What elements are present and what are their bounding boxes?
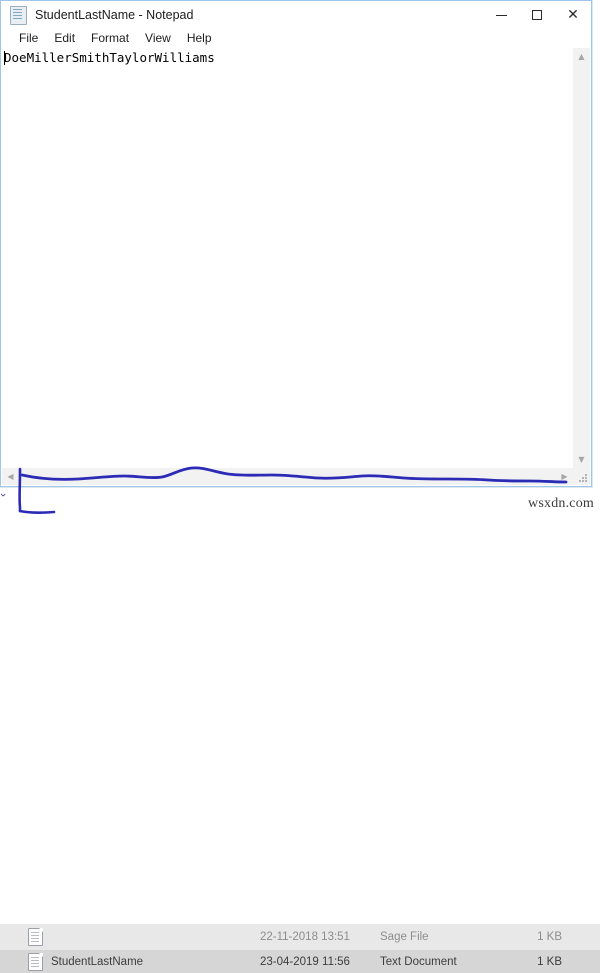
watermark-label: wsxdn.com bbox=[528, 496, 594, 511]
menu-bar: File Edit Format View Help bbox=[1, 29, 591, 48]
file-type-cell: Text Document bbox=[380, 955, 457, 968]
file-name-label: StudentLastName bbox=[51, 955, 144, 968]
close-button[interactable]: ✕ bbox=[555, 1, 591, 29]
menu-item-file[interactable]: File bbox=[11, 30, 46, 47]
resize-grip-dots bbox=[578, 473, 587, 482]
title-bar[interactable]: StudentLastName - Notepad ✕ bbox=[1, 1, 591, 29]
editor-text: DoeMillerSmithTaylorWilliams bbox=[4, 50, 215, 65]
scroll-right-icon[interactable]: ▶ bbox=[556, 468, 573, 485]
scroll-left-icon[interactable]: ◀ bbox=[2, 468, 19, 485]
window-controls: ✕ bbox=[483, 1, 591, 29]
menu-item-view[interactable]: View bbox=[137, 30, 179, 47]
vertical-scrollbar[interactable]: ▲ ▼ bbox=[572, 48, 590, 468]
minimize-icon bbox=[495, 14, 507, 16]
table-row[interactable]: StudentLastName 23-04-2019 11:56 Text Do… bbox=[0, 950, 600, 973]
horizontal-scrollbar[interactable]: ◀ ▶ bbox=[2, 467, 573, 485]
chevron-right-icon[interactable]: › bbox=[0, 493, 9, 497]
file-size-cell: 1 KB bbox=[537, 931, 562, 943]
menu-item-format[interactable]: Format bbox=[83, 30, 137, 47]
text-editor[interactable]: DoeMillerSmithTaylorWilliams bbox=[4, 49, 572, 467]
close-icon: ✕ bbox=[567, 7, 579, 23]
file-date-cell: 22-11-2018 13:51 bbox=[260, 931, 350, 943]
file-type-cell: Sage File bbox=[380, 931, 429, 943]
maximize-icon bbox=[532, 10, 542, 20]
notepad-window: StudentLastName - Notepad ✕ File Edit Fo… bbox=[0, 0, 592, 487]
scroll-up-icon[interactable]: ▲ bbox=[573, 48, 590, 65]
editor-area[interactable]: DoeMillerSmithTaylorWilliams ▲ ▼ ◀ ▶ bbox=[2, 48, 590, 485]
file-name-cell bbox=[0, 928, 260, 946]
table-row[interactable]: 22-11-2018 13:51 Sage File 1 KB bbox=[0, 924, 600, 950]
file-name-cell: StudentLastName bbox=[0, 952, 260, 971]
file-size-cell: 1 KB bbox=[537, 955, 562, 968]
scroll-down-icon[interactable]: ▼ bbox=[573, 451, 590, 468]
file-icon bbox=[28, 928, 43, 946]
window-title: StudentLastName - Notepad bbox=[35, 8, 194, 22]
maximize-button[interactable] bbox=[519, 1, 555, 29]
text-document-icon bbox=[28, 952, 43, 971]
menu-item-help[interactable]: Help bbox=[179, 30, 220, 47]
file-date-cell: 23-04-2019 11:56 bbox=[260, 955, 350, 968]
resize-grip[interactable] bbox=[573, 468, 590, 485]
minimize-button[interactable] bbox=[483, 1, 519, 29]
menu-item-edit[interactable]: Edit bbox=[46, 30, 83, 47]
notepad-document-icon bbox=[10, 5, 27, 25]
